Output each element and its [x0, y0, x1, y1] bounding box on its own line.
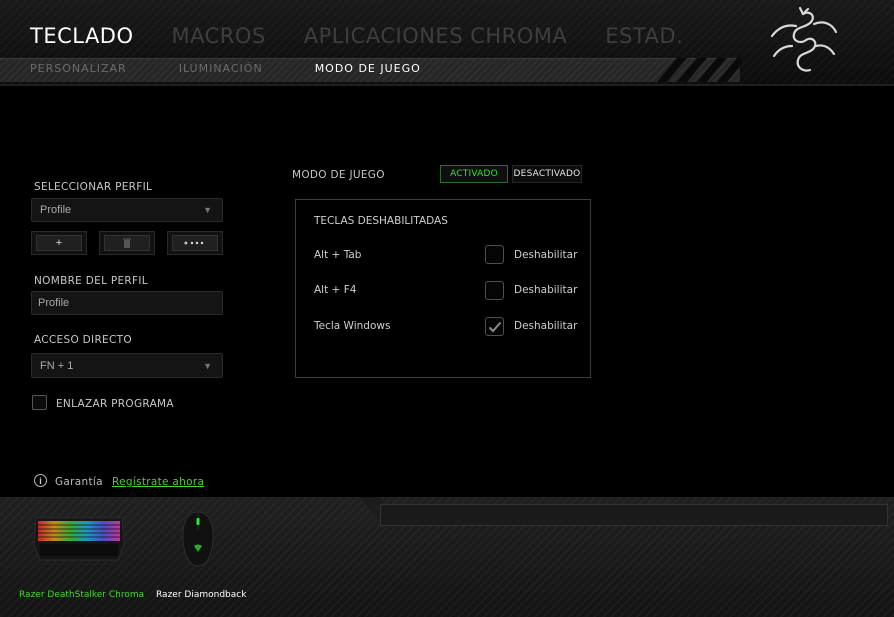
alt-f4-label: Alt + F4	[314, 284, 357, 296]
profile-select-value: Profile	[40, 204, 72, 216]
tab-teclado[interactable]: TECLADO	[30, 24, 134, 48]
disabled-keys-panel: TECLAS DESHABILITADAS Alt + Tab Deshabil…	[295, 199, 591, 378]
alt-tab-label: Alt + Tab	[314, 249, 362, 261]
profile-name-label: NOMBRE DEL PERFIL	[34, 275, 148, 287]
header-stripes	[652, 58, 742, 82]
link-program-label: ENLAZAR PROGRAMA	[56, 398, 174, 410]
game-mode-on-button[interactable]: ACTIVADO	[440, 165, 508, 183]
tab-macros[interactable]: MACROS	[172, 24, 266, 48]
subtab-modo-de-juego[interactable]: MODO DE JUEGO	[315, 62, 421, 75]
shortcut-value: FN + 1	[40, 359, 74, 372]
shortcut-select[interactable]: FN + 1 ▼	[31, 353, 223, 378]
shortcut-label: ACCESO DIRECTO	[34, 334, 132, 346]
main-tabs: TECLADO MACROS APLICACIONES CHROMA ESTAD…	[30, 24, 721, 48]
header-divider	[0, 84, 894, 86]
windows-key-action-label: Deshabilitar	[514, 320, 578, 332]
device-name-deathstalker[interactable]: Razer DeathStalker Chroma	[19, 590, 144, 600]
windows-key-checkbox[interactable]	[485, 317, 504, 336]
windows-key-label: Tecla Windows	[314, 320, 391, 332]
sub-tabs: PERSONALIZAR ILUMINACIÓN MODO DE JUEGO	[30, 62, 473, 75]
razer-snake-logo-icon	[770, 6, 838, 72]
chevron-down-icon: ▼	[203, 360, 212, 371]
add-profile-button[interactable]: +	[31, 231, 87, 255]
game-mode-off-button[interactable]: DESACTIVADO	[512, 165, 582, 183]
tab-estadisticas[interactable]: ESTAD.	[605, 24, 683, 48]
register-now-link[interactable]: Regístrate ahora	[112, 476, 204, 488]
app-header: TECLADO MACROS APLICACIONES CHROMA ESTAD…	[0, 0, 894, 86]
device-name-diamondback[interactable]: Razer Diamondback	[156, 590, 246, 600]
more-options-button[interactable]	[167, 231, 223, 255]
profile-select[interactable]: Profile ▼	[31, 198, 223, 222]
device-bar-slot	[380, 504, 888, 526]
alt-f4-action-label: Deshabilitar	[514, 284, 578, 296]
alt-tab-action-label: Deshabilitar	[514, 249, 578, 261]
plus-icon: +	[55, 237, 63, 249]
info-icon: i	[34, 474, 47, 487]
warranty-label: Garantía	[55, 476, 103, 488]
checkmark-icon	[488, 321, 501, 332]
delete-profile-button[interactable]	[99, 231, 155, 255]
subtab-personalizar[interactable]: PERSONALIZAR	[30, 62, 127, 75]
subtab-iluminacion[interactable]: ILUMINACIÓN	[179, 62, 263, 75]
keyboard-device-icon[interactable]	[32, 514, 126, 562]
profile-name-input[interactable]: Profile	[31, 291, 223, 315]
mouse-device-icon[interactable]	[180, 510, 216, 568]
chevron-down-icon: ▼	[203, 205, 212, 215]
alt-f4-checkbox[interactable]	[485, 281, 504, 300]
profile-name-value: Profile	[38, 297, 70, 309]
alt-tab-checkbox[interactable]	[485, 245, 504, 264]
trash-icon	[123, 238, 131, 248]
link-program-checkbox[interactable]	[32, 395, 47, 410]
disabled-keys-title: TECLAS DESHABILITADAS	[314, 215, 448, 227]
tab-aplicaciones-chroma[interactable]: APLICACIONES CHROMA	[304, 24, 568, 48]
game-mode-label: MODO DE JUEGO	[292, 169, 385, 181]
more-icon	[184, 241, 204, 245]
select-profile-label: SELECCIONAR PERFIL	[34, 181, 153, 193]
